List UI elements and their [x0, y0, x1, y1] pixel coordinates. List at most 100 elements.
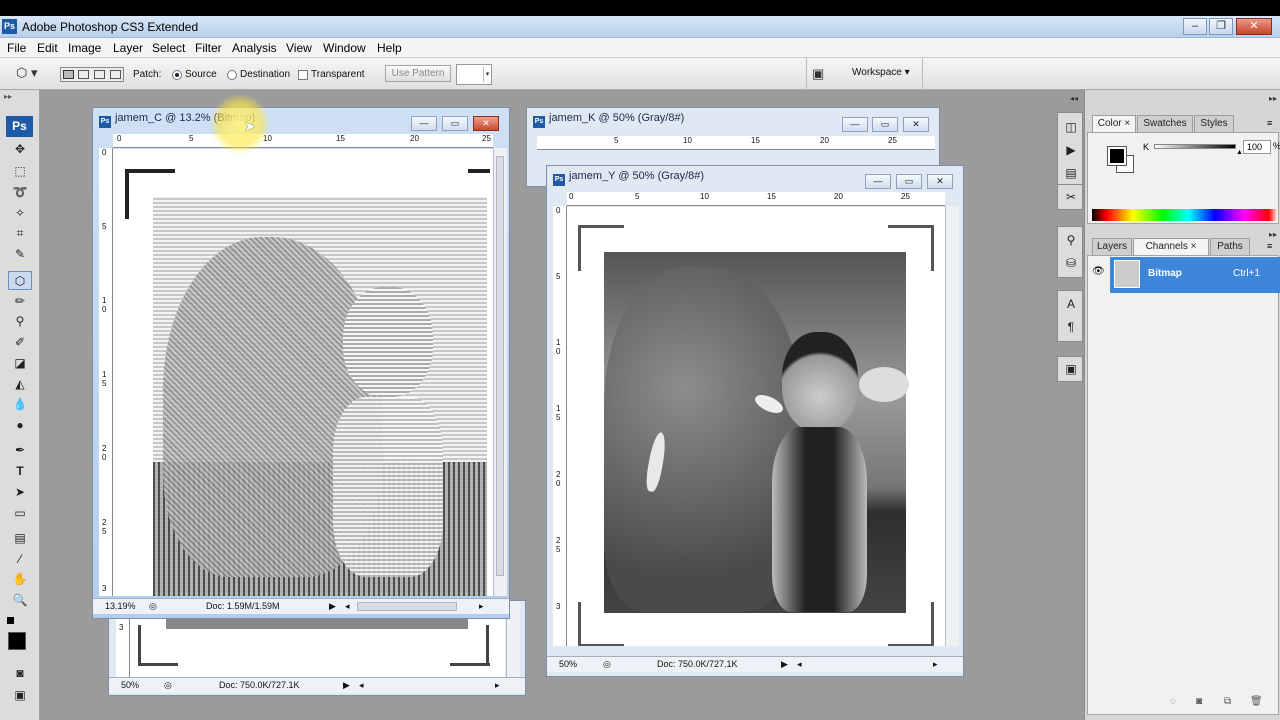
channel-row-bitmap[interactable]: Bitmap Ctrl+1 — [1110, 257, 1280, 293]
new-channel-icon[interactable]: ⧉ — [1224, 696, 1231, 707]
status-menu-arrow[interactable]: ▶ — [343, 680, 350, 691]
dodge-tool-icon[interactable]: ● — [8, 416, 32, 435]
crop-tool-icon[interactable]: ⌗ — [8, 224, 32, 243]
paragraph-icon[interactable]: ¶ — [1061, 317, 1081, 337]
doc-restore-button[interactable]: ▭ — [896, 174, 922, 189]
doc-close-button[interactable]: ✕ — [473, 116, 499, 131]
zoom-tool-icon[interactable]: 🔍 — [8, 591, 32, 610]
minimize-button[interactable]: – — [1183, 18, 1207, 35]
document-canvas-c[interactable] — [113, 149, 493, 596]
close-button[interactable]: ✕ — [1236, 18, 1272, 35]
load-selection-icon[interactable]: ◌ — [1170, 696, 1176, 707]
destination-radio[interactable] — [227, 70, 237, 80]
tab-color[interactable]: Color × — [1092, 115, 1136, 132]
menu-file[interactable]: File — [7, 41, 26, 55]
scroll-left-arrow[interactable]: ◂ — [345, 601, 350, 612]
use-pattern-button[interactable]: Use Pattern — [385, 65, 451, 82]
zoom-level[interactable]: 50% — [121, 680, 139, 690]
menu-image[interactable]: Image — [68, 41, 101, 55]
character-icon[interactable]: A — [1061, 294, 1081, 314]
foreground-color-swatch[interactable] — [8, 632, 26, 650]
scroll-right-arrow[interactable]: ▸ — [933, 659, 938, 670]
menu-filter[interactable]: Filter — [195, 41, 222, 55]
clone-stamp-tool-icon[interactable]: ⚲ — [8, 312, 32, 331]
workspace-menu[interactable]: Workspace ▾ — [852, 67, 910, 78]
foreground-color-swatch[interactable] — [1107, 146, 1127, 166]
menu-layer[interactable]: Layer — [113, 41, 143, 55]
bridge-icon[interactable]: ▣ — [812, 66, 834, 82]
patch-tool-icon[interactable]: ⬡ — [8, 271, 32, 290]
menu-edit[interactable]: Edit — [37, 41, 58, 55]
menu-select[interactable]: Select — [152, 41, 185, 55]
source-radio[interactable] — [172, 70, 182, 80]
selection-mode-buttons[interactable] — [60, 67, 124, 82]
scroll-left-arrow[interactable]: ◂ — [359, 680, 364, 691]
panel-menu-icon[interactable]: ≡ — [1267, 241, 1272, 251]
rectangle-tool-icon[interactable]: ▭ — [8, 504, 32, 523]
layer-comps-icon[interactable]: ▣ — [1061, 359, 1081, 379]
document-title-y[interactable]: Ps jamem_Y @ 50% (Gray/8#) — [553, 170, 704, 188]
intersect-selection-icon[interactable] — [110, 70, 121, 79]
add-selection-icon[interactable] — [78, 70, 89, 79]
default-colors-icon[interactable] — [7, 617, 14, 624]
scroll-right-arrow[interactable]: ▸ — [479, 601, 484, 612]
vertical-scrollbar[interactable] — [945, 206, 959, 646]
k-slider[interactable] — [1154, 144, 1236, 149]
scroll-right-arrow[interactable]: ▸ — [495, 680, 500, 691]
panel-collapse-icon[interactable]: ▸▸ — [1269, 94, 1277, 103]
eyedropper-tool-icon[interactable]: ✎ — [8, 245, 32, 264]
document-window-y[interactable]: Ps jamem_Y @ 50% (Gray/8#) — ▭ ✕ 0 5 10 1… — [546, 165, 964, 677]
patch-tool-icon[interactable]: ⬡ ▾ — [16, 65, 46, 83]
blur-tool-icon[interactable]: 💧 — [8, 395, 32, 414]
brushes-icon[interactable]: ⚲ — [1061, 230, 1081, 250]
eraser-tool-icon[interactable]: ◪ — [8, 354, 32, 373]
save-selection-icon[interactable]: ◙ — [1196, 696, 1202, 707]
move-tool-icon[interactable]: ✥ — [8, 140, 32, 159]
document-window-c[interactable]: Ps jamem_C @ 13.2% (Bitmap) — ▭ ✕ 0 5 10 … — [92, 107, 510, 619]
tool-presets-icon[interactable]: ✂ — [1061, 187, 1081, 207]
doc-restore-button[interactable]: ▭ — [442, 116, 468, 131]
subtract-selection-icon[interactable] — [94, 70, 105, 79]
pen-tool-icon[interactable]: ✒ — [8, 441, 32, 460]
magic-wand-tool-icon[interactable]: ✧ — [8, 204, 32, 223]
navigator-icon[interactable]: ◫ — [1061, 117, 1081, 137]
history-icon[interactable]: ▤ — [1061, 163, 1081, 183]
tab-styles[interactable]: Styles — [1194, 115, 1234, 132]
menu-analysis[interactable]: Analysis — [232, 41, 277, 55]
doc-minimize-button[interactable]: — — [865, 174, 891, 189]
path-selection-tool-icon[interactable]: ➤ — [8, 483, 32, 502]
zoom-level[interactable]: 50% — [559, 659, 577, 669]
status-icon[interactable]: ◎ — [149, 601, 157, 612]
horizontal-scrollbar-thumb[interactable] — [357, 602, 457, 611]
toolbox-collapse-icon[interactable]: ▸▸ — [0, 92, 40, 102]
tab-layers[interactable]: Layers — [1092, 238, 1132, 255]
document-title-c[interactable]: Ps jamem_C @ 13.2% (Bitmap) — [99, 112, 255, 130]
photoshop-logo-icon[interactable]: Ps — [6, 116, 33, 137]
brush-tool-icon[interactable]: ✏ — [8, 292, 32, 311]
tab-channels[interactable]: Channels × — [1133, 238, 1209, 255]
delete-channel-icon[interactable]: 🗑 — [1250, 696, 1263, 707]
doc-close-button[interactable]: ✕ — [927, 174, 953, 189]
menu-view[interactable]: View — [286, 41, 312, 55]
new-selection-icon[interactable] — [63, 70, 74, 79]
quick-mask-icon[interactable]: ◙ — [8, 664, 32, 683]
doc-minimize-button[interactable]: — — [842, 117, 868, 132]
marquee-tool-icon[interactable]: ⬚ — [8, 162, 32, 181]
notes-tool-icon[interactable]: ▤ — [8, 529, 32, 548]
actions-icon[interactable]: ▶ — [1061, 140, 1081, 160]
zoom-level[interactable]: 13.19% — [105, 601, 136, 611]
doc-close-button[interactable]: ✕ — [903, 117, 929, 132]
tab-swatches[interactable]: Swatches — [1137, 115, 1193, 132]
status-menu-arrow[interactable]: ▶ — [329, 601, 336, 612]
menu-window[interactable]: Window — [323, 41, 366, 55]
hand-tool-icon[interactable]: ✋ — [8, 570, 32, 589]
dock-collapse-icon[interactable]: ◂◂ — [1070, 94, 1078, 103]
paint-bucket-tool-icon[interactable]: ◭ — [8, 375, 32, 394]
status-icon[interactable]: ◎ — [164, 680, 172, 691]
status-icon[interactable]: ◎ — [603, 659, 611, 670]
k-slider-thumb[interactable]: ▲ — [1236, 149, 1243, 156]
document-canvas-y[interactable] — [567, 207, 945, 646]
scroll-left-arrow[interactable]: ◂ — [797, 659, 802, 670]
restore-button[interactable]: ❐ — [1209, 18, 1233, 35]
pattern-picker[interactable]: ▾ — [456, 64, 492, 85]
